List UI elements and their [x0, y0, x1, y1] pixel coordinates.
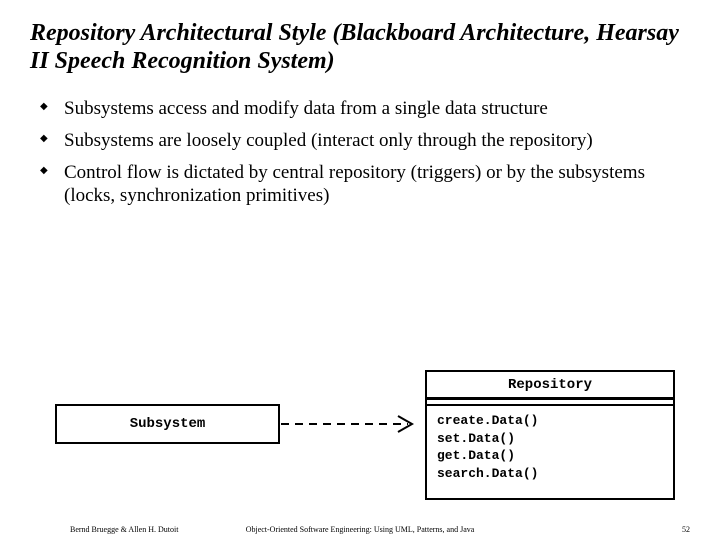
method-item: create.Data()	[437, 412, 663, 430]
method-item: search.Data()	[437, 465, 663, 483]
bullet-list: Subsystems access and modify data from a…	[30, 97, 690, 208]
slide-title: Repository Architectural Style (Blackboa…	[30, 20, 690, 75]
method-item: set.Data()	[437, 430, 663, 448]
repository-methods-compartment: create.Data() set.Data() get.Data() sear…	[427, 406, 673, 488]
bullet-item: Subsystems are loosely coupled (interact…	[40, 129, 690, 153]
subsystem-class-box: Subsystem	[55, 404, 280, 444]
bullet-item: Control flow is dictated by central repo…	[40, 161, 690, 209]
repository-class-name: Repository	[427, 372, 673, 400]
footer-book-title: Object-Oriented Software Engineering: Us…	[0, 525, 720, 534]
slide: Repository Architectural Style (Blackboa…	[0, 0, 720, 226]
footer-page-number: 52	[682, 525, 690, 534]
association-arrow	[280, 412, 425, 436]
bullet-item: Subsystems access and modify data from a…	[40, 97, 690, 121]
repository-class-box: Repository create.Data() set.Data() get.…	[425, 370, 675, 500]
method-item: get.Data()	[437, 447, 663, 465]
uml-diagram: Subsystem Repository create.Data() set.D…	[0, 350, 720, 510]
